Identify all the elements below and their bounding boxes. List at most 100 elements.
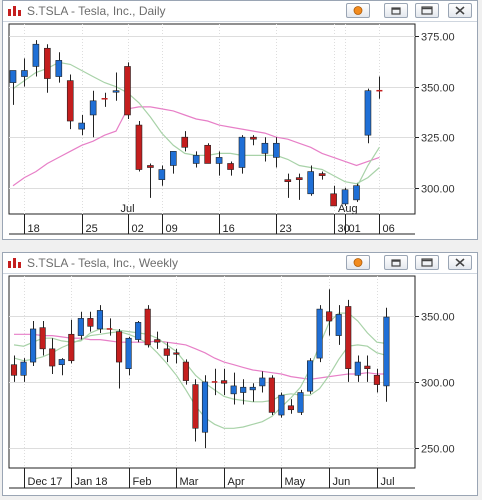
x-tick-label: 01 bbox=[349, 223, 361, 235]
daily-window-title: S.TSLA - Tesla, Inc., Daily bbox=[27, 4, 166, 18]
candle-body[interactable] bbox=[295, 177, 303, 180]
candle-body[interactable] bbox=[278, 394, 285, 416]
candle-body[interactable] bbox=[238, 136, 246, 168]
candle-body[interactable] bbox=[364, 90, 372, 136]
candle-body[interactable] bbox=[21, 70, 28, 77]
weekly-maximize-button[interactable] bbox=[415, 255, 439, 270]
x-tick-label: Jun bbox=[333, 476, 351, 488]
candle-body[interactable] bbox=[192, 384, 199, 429]
candle-body[interactable] bbox=[250, 136, 257, 140]
x-tick-label: Mar bbox=[180, 476, 199, 488]
candle-body[interactable] bbox=[87, 318, 94, 327]
candle-body[interactable] bbox=[353, 185, 360, 201]
y-tick-label: 250.00 bbox=[421, 444, 455, 456]
candle-body[interactable] bbox=[32, 43, 40, 67]
candle-body[interactable] bbox=[158, 169, 166, 180]
candle-body[interactable] bbox=[144, 308, 151, 346]
candle-body[interactable] bbox=[89, 100, 97, 116]
candle-body[interactable] bbox=[316, 308, 323, 359]
candle-body[interactable] bbox=[259, 377, 266, 387]
candle-body[interactable] bbox=[112, 90, 120, 93]
candle-body[interactable] bbox=[147, 165, 154, 168]
y-tick-label: 375.00 bbox=[421, 32, 455, 44]
close-icon bbox=[455, 6, 465, 15]
candle-body[interactable] bbox=[306, 360, 314, 392]
candle-body[interactable] bbox=[307, 171, 315, 195]
candle-body[interactable] bbox=[66, 80, 74, 122]
y-tick-label: 300.00 bbox=[421, 378, 455, 390]
weekly-title-bar[interactable]: S.TSLA - Tesla, Inc., Weekly bbox=[3, 253, 477, 274]
candle-body[interactable] bbox=[287, 405, 295, 411]
candle-body[interactable] bbox=[44, 47, 51, 79]
daily-title-bar[interactable]: S.TSLA - Tesla, Inc., Daily bbox=[3, 1, 477, 22]
candle-body[interactable] bbox=[364, 365, 371, 369]
chart-app-icon bbox=[8, 6, 21, 16]
weekly-candlestick-chart[interactable]: 250.00 300.00 350.00 Dec 17 Jan 18 Feb Mar Apr M… bbox=[3, 274, 477, 495]
restore-icon bbox=[391, 259, 401, 267]
candle-body[interactable] bbox=[135, 322, 142, 340]
daily-candlestick-chart[interactable]: 300.00325.00350.00375.0018 25 02 09 16 23 3001… bbox=[3, 22, 477, 239]
candle-body[interactable] bbox=[230, 385, 237, 395]
candle-body[interactable] bbox=[135, 124, 143, 170]
candle-body[interactable] bbox=[78, 122, 85, 130]
weekly-window-title: S.TSLA - Tesla, Inc., Weekly bbox=[27, 256, 178, 270]
candle-body[interactable] bbox=[181, 136, 189, 148]
candle-body[interactable] bbox=[58, 359, 65, 366]
candle-body[interactable] bbox=[330, 193, 337, 207]
daily-close-button[interactable] bbox=[448, 3, 472, 18]
candle-body[interactable] bbox=[345, 306, 352, 369]
candle-body[interactable] bbox=[221, 380, 228, 384]
candle-body[interactable] bbox=[318, 173, 326, 176]
candle-body[interactable] bbox=[20, 361, 27, 376]
candle-body[interactable] bbox=[173, 352, 180, 355]
candle-body[interactable] bbox=[261, 142, 269, 154]
candle-body[interactable] bbox=[268, 377, 275, 413]
daily-restore-button[interactable] bbox=[384, 3, 408, 18]
daily-chart-window: S.TSLA - Tesla, Inc., Daily 300.00 325.00… bbox=[2, 0, 478, 240]
candle-body[interactable] bbox=[68, 333, 75, 362]
candle-body[interactable] bbox=[354, 361, 361, 376]
weekly-chart-area[interactable]: 250.00 300.00 350.00 Dec 17 Jan 18 Feb Mar Apr M… bbox=[3, 274, 477, 500]
maximize-icon bbox=[421, 258, 433, 267]
candle-body[interactable] bbox=[273, 142, 280, 158]
weekly-pin-button[interactable] bbox=[346, 255, 370, 270]
candle-body[interactable] bbox=[9, 70, 17, 83]
candle-body[interactable] bbox=[49, 348, 56, 367]
candle-body[interactable] bbox=[284, 179, 292, 182]
candle-body[interactable] bbox=[116, 331, 123, 363]
x-tick-label: 25 bbox=[86, 223, 98, 235]
candle-body[interactable] bbox=[96, 310, 103, 330]
candle-body[interactable] bbox=[215, 157, 223, 164]
candle-body[interactable] bbox=[373, 375, 380, 385]
restore-icon bbox=[391, 7, 401, 15]
candle-body[interactable] bbox=[227, 163, 234, 170]
candle-body[interactable] bbox=[383, 316, 390, 387]
weekly-close-button[interactable] bbox=[448, 255, 472, 270]
chart-app-icon bbox=[8, 258, 21, 268]
candle-body[interactable] bbox=[30, 328, 37, 363]
weekly-restore-button[interactable] bbox=[384, 255, 408, 270]
candle-body[interactable] bbox=[335, 314, 342, 336]
candle-body[interactable] bbox=[125, 337, 132, 369]
candle-body[interactable] bbox=[240, 386, 247, 393]
candle-body[interactable] bbox=[341, 189, 349, 205]
candle-body[interactable] bbox=[249, 386, 256, 391]
candle-body[interactable] bbox=[170, 151, 177, 166]
candle-body[interactable] bbox=[192, 155, 200, 164]
daily-chart-area[interactable]: 300.00 325.00 350.00 375.00 18 25 02 09 16 23 30 01… bbox=[3, 22, 477, 244]
daily-pin-button[interactable] bbox=[346, 3, 370, 18]
candle-body[interactable] bbox=[163, 348, 170, 356]
x-tick-label: 16 bbox=[223, 223, 235, 235]
candle-body[interactable] bbox=[297, 392, 304, 413]
candle-body[interactable] bbox=[10, 364, 18, 376]
candle-body[interactable] bbox=[154, 339, 161, 343]
candle-body[interactable] bbox=[204, 144, 211, 164]
candle-body[interactable] bbox=[124, 66, 131, 116]
candle-body[interactable] bbox=[326, 311, 333, 322]
candle-body[interactable] bbox=[182, 361, 189, 381]
candle-body[interactable] bbox=[55, 60, 63, 77]
daily-maximize-button[interactable] bbox=[415, 3, 439, 18]
candle-body[interactable] bbox=[201, 381, 209, 433]
candle-body[interactable] bbox=[77, 318, 84, 336]
candle-body[interactable] bbox=[39, 327, 46, 350]
